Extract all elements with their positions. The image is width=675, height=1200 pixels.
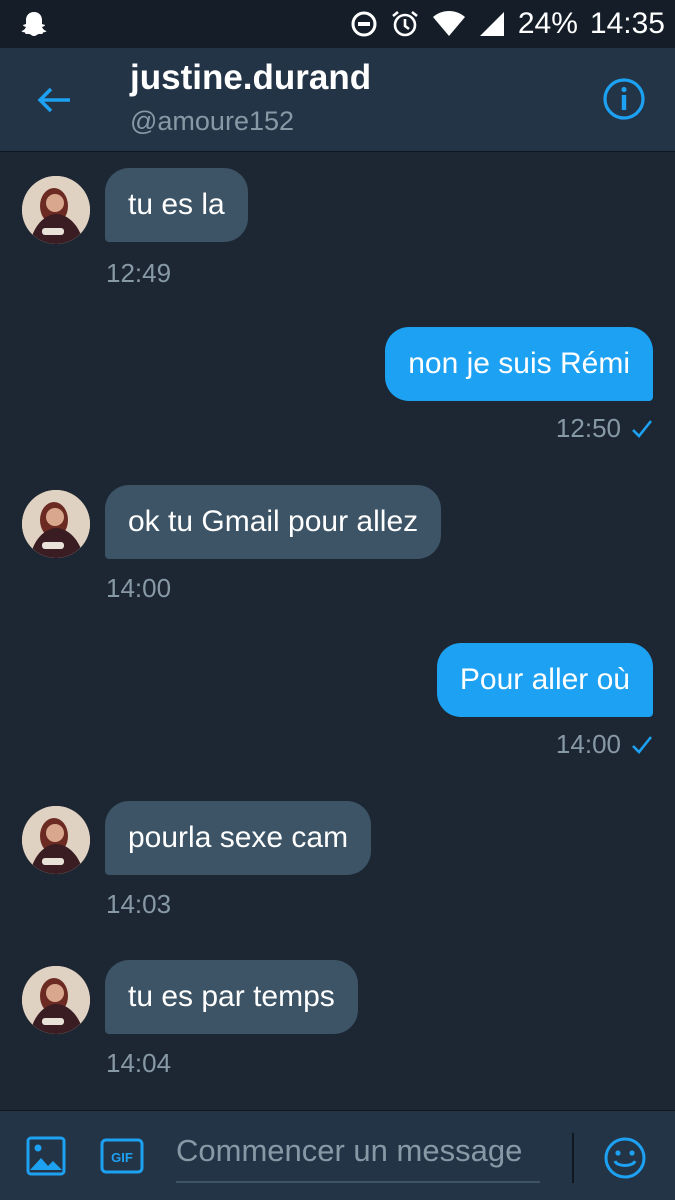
message-timestamp: 14:00 xyxy=(555,729,621,759)
avatar[interactable] xyxy=(22,176,90,244)
add-image-button[interactable] xyxy=(26,1136,66,1176)
message-timestamp: 14:04 xyxy=(106,1048,172,1078)
snapchat-icon xyxy=(20,10,48,38)
do-not-disturb-icon xyxy=(350,10,378,38)
message-timestamp: 14:00 xyxy=(106,573,172,603)
info-icon xyxy=(603,78,645,120)
signal-icon xyxy=(478,10,506,38)
image-icon xyxy=(26,1136,66,1176)
read-check-icon xyxy=(632,419,653,438)
avatar[interactable] xyxy=(22,806,90,874)
add-gif-button[interactable]: GIF xyxy=(100,1136,144,1176)
outgoing-message-bubble[interactable]: non je suis Rémi xyxy=(385,327,653,401)
alarm-icon xyxy=(390,9,420,39)
info-button[interactable] xyxy=(601,76,647,122)
message-input[interactable]: Commencer un message xyxy=(176,1127,540,1183)
outgoing-message-bubble[interactable]: Pour aller où xyxy=(436,643,653,717)
emoji-button[interactable] xyxy=(603,1136,647,1180)
avatar[interactable] xyxy=(22,966,90,1034)
message-timestamp: 12:49 xyxy=(106,258,172,288)
conversation-header: justine.durand @amoure152 xyxy=(0,48,675,152)
conversation-title: justine.durand xyxy=(130,58,372,97)
message-list[interactable]: tu es la 12:49 non je suis Rémi 12:50 ok… xyxy=(0,152,675,1110)
message-composer: GIF Commencer un message xyxy=(0,1110,675,1200)
message-timestamp: 12:50 xyxy=(555,413,621,443)
incoming-message-bubble[interactable]: tu es la xyxy=(105,168,248,242)
message-status: 12:50 xyxy=(556,413,653,444)
back-button[interactable] xyxy=(28,74,80,126)
avatar[interactable] xyxy=(22,490,90,558)
status-bar: 24% 14:35 xyxy=(0,0,675,48)
battery-level: 24% xyxy=(517,7,578,40)
conversation-handle: @amoure152 xyxy=(130,106,295,136)
gif-icon: GIF xyxy=(100,1138,144,1174)
incoming-message-bubble[interactable]: ok tu Gmail pour allez xyxy=(105,485,442,559)
wifi-icon xyxy=(432,10,466,38)
message-status: 14:00 xyxy=(556,729,653,760)
incoming-message-bubble[interactable]: pourla sexe cam xyxy=(105,801,372,875)
emoji-icon xyxy=(604,1137,646,1179)
clock: 14:35 xyxy=(589,7,665,40)
back-arrow-icon xyxy=(37,87,70,113)
read-check-icon xyxy=(632,735,653,754)
composer-divider xyxy=(572,1133,574,1183)
message-timestamp: 14:03 xyxy=(106,889,172,919)
incoming-message-bubble[interactable]: tu es par temps xyxy=(105,960,358,1034)
svg-text:GIF: GIF xyxy=(111,1150,133,1165)
